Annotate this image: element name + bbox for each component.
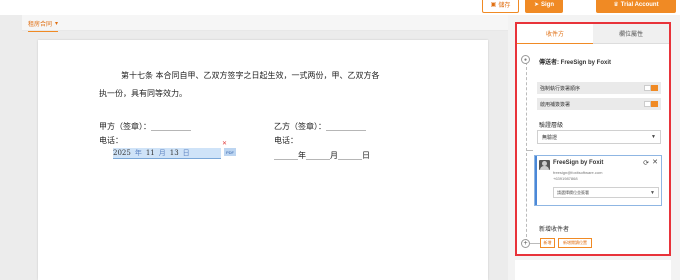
date-day: 13	[169, 149, 179, 157]
date-year-separator: 年	[134, 149, 142, 157]
enforce-order-option: 強制執行簽署順序	[537, 82, 661, 94]
add-reader-button[interactable]: 新增閱讀位置	[558, 238, 592, 248]
chevron-down-icon[interactable]: ▾	[55, 20, 58, 27]
recipient-role-placeholder: 請選擇欄位並簽署	[557, 189, 589, 195]
avatar	[539, 160, 550, 170]
timeline-connector	[526, 62, 527, 242]
delete-field-icon[interactable]: ✕	[222, 140, 227, 147]
panel-tabs: 收件方 欄位屬性	[517, 24, 669, 44]
party-a-signature-line: 甲方（签章）：__________	[99, 122, 191, 131]
clause-paragraph: 第十七条 本合同自甲、乙双方签字之日起生效，一式两份，甲、乙双方各	[121, 71, 380, 80]
refresh-icon[interactable]: ⟳	[643, 159, 649, 167]
close-icon[interactable]: ✕	[652, 158, 658, 166]
sender-label: 傳送者: FreeSign by Foxit	[539, 60, 612, 66]
add-recipient-label: 新增收件者	[539, 227, 570, 233]
recipient-email: freesign@foxitsoftware.com	[553, 170, 603, 175]
recipients-panel: 收件方 欄位屬性 ● 傳送者: FreeSign by Foxit 強制執行簽署…	[515, 22, 671, 256]
recipient-card[interactable]: FreeSign by Foxit freesign@foxitsoftware…	[534, 155, 662, 206]
enforce-order-toggle[interactable]	[644, 85, 658, 91]
recipient-phone: +6391987868	[553, 176, 578, 181]
party-b-phone: 电话：	[274, 136, 298, 145]
sign-button[interactable]: ➤ Sign	[525, 0, 563, 13]
field-type-badge: PDF	[224, 148, 236, 156]
save-button-label: 儲存	[498, 3, 511, 9]
panel-footer-area	[515, 260, 671, 280]
enable-supplement-option: 啟用補簽簽署	[537, 98, 661, 110]
verification-level-label: 驗證層級	[539, 123, 564, 129]
tab-field-properties[interactable]: 欄位屬性	[593, 24, 669, 44]
recipient-name: FreeSign by Foxit	[553, 160, 604, 166]
trial-account-button[interactable]: ♛ Trial Account	[596, 0, 676, 13]
date-year: 2025	[113, 149, 131, 157]
save-button[interactable]: ▣ 儲存	[482, 0, 519, 13]
tab-recipients[interactable]: 收件方	[517, 24, 593, 44]
recipient-connector	[526, 150, 533, 151]
person-icon: ●	[521, 55, 530, 64]
party-b-date-line: ______年______月______日	[274, 151, 370, 160]
verification-level-select[interactable]: 無驗證 ▼	[537, 130, 661, 144]
send-icon: ➤	[533, 2, 540, 8]
card-accent-bar	[535, 156, 537, 205]
document-page: 第十七条 本合同自甲、乙双方签字之日起生效，一式两份，甲、乙双方各 执一份，具有…	[38, 40, 488, 280]
trial-account-label: Trial Account	[620, 1, 659, 8]
crown-icon: ♛	[613, 2, 619, 8]
clause-paragraph-continued: 执一份，具有同等效力。	[99, 89, 187, 98]
document-tab[interactable]: 租房合同 ▾	[28, 17, 59, 32]
party-a-phone: 电话：	[99, 136, 123, 145]
document-tabs: 租房合同 ▾	[22, 15, 508, 32]
chevron-down-icon: ▼	[651, 134, 656, 140]
date-month-separator: 月	[158, 149, 166, 157]
chevron-down-icon: ▼	[650, 190, 655, 196]
date-signature-field[interactable]: 2025 年 11 月 13 日	[113, 148, 221, 159]
top-toolbar: ▣ 儲存 ➤ Sign ♛ Trial Account	[0, 0, 680, 15]
sign-button-label: Sign	[541, 1, 555, 8]
date-month: 11	[145, 149, 155, 157]
add-icon[interactable]: +	[521, 239, 530, 248]
enable-supplement-label: 啟用補簽簽署	[540, 101, 571, 108]
enforce-order-label: 強制執行簽署順序	[540, 85, 581, 92]
add-connector	[530, 243, 540, 244]
enable-supplement-toggle[interactable]	[644, 101, 658, 107]
party-b-signature-line: 乙方（签章）：__________	[274, 122, 366, 131]
recipient-role-select[interactable]: 請選擇欄位並簽署 ▼	[553, 187, 659, 198]
verification-level-value: 無驗證	[542, 134, 558, 141]
document-tab-label: 租房合同	[28, 22, 53, 28]
save-icon: ▣	[490, 2, 497, 8]
add-button[interactable]: 新增	[540, 238, 555, 248]
date-day-separator: 日	[182, 149, 190, 157]
